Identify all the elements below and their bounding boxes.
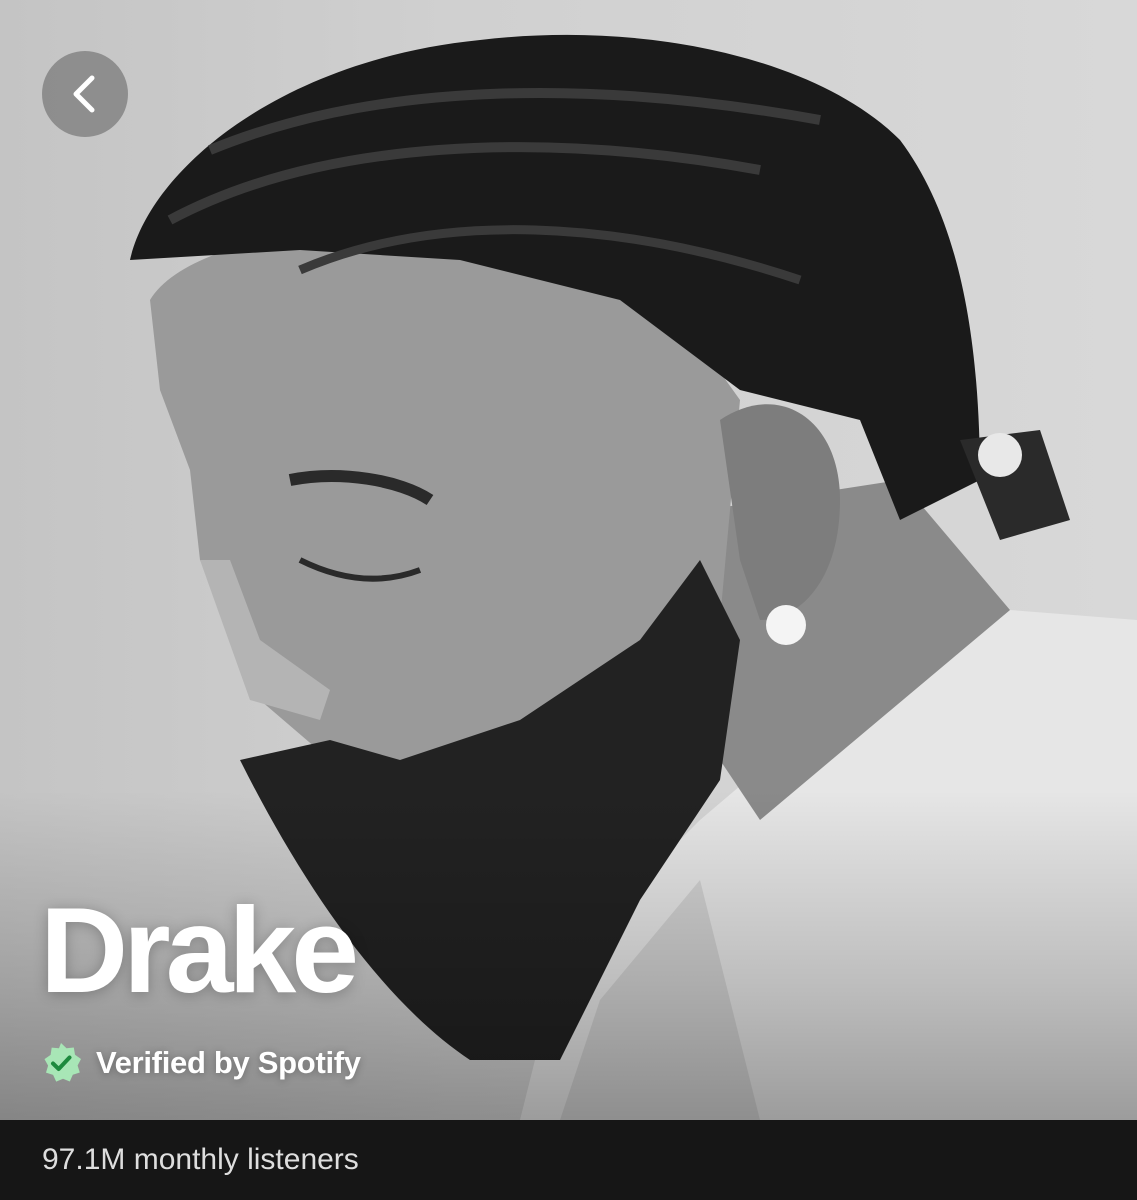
verified-badge-icon: [44, 1043, 81, 1082]
artist-page: Drake Verified by Spotify 97.1M monthly …: [0, 0, 1137, 1200]
back-button[interactable]: [42, 51, 128, 137]
monthly-listeners: 97.1M monthly listeners: [42, 1143, 359, 1176]
chevron-left-icon: [73, 75, 95, 113]
verified-badge: Verified by Spotify: [40, 1038, 361, 1088]
artist-name: Drake: [40, 882, 359, 1018]
artist-header: Drake Verified by Spotify: [0, 0, 1137, 1120]
verified-label: Verified by Spotify: [96, 1045, 361, 1080]
listeners-bar: 97.1M monthly listeners: [0, 1120, 1137, 1200]
